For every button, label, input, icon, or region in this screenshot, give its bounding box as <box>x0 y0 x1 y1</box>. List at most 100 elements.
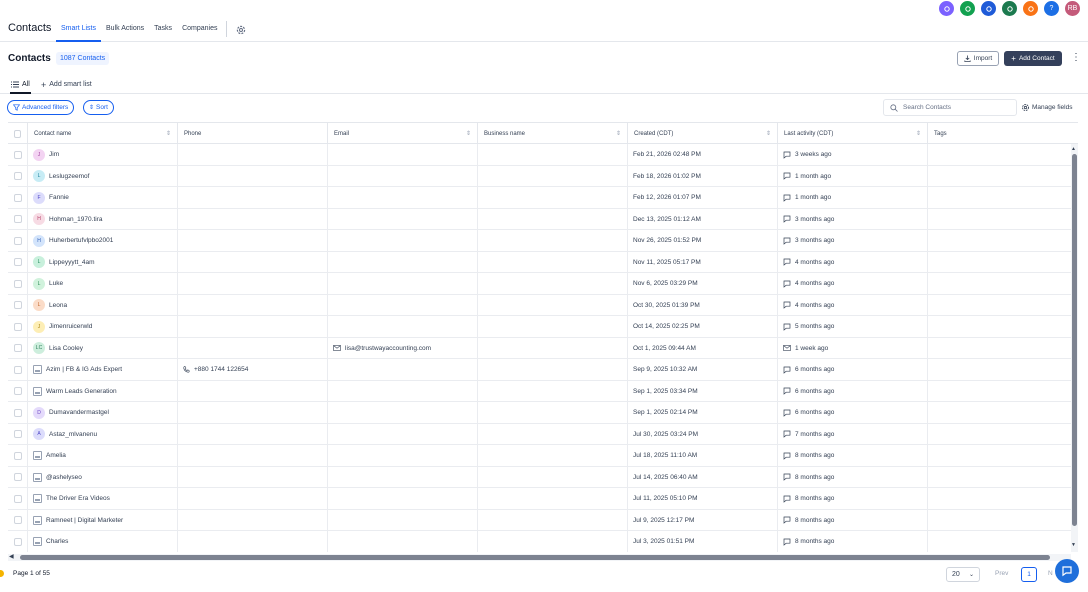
scroll-down-icon[interactable]: ▼ <box>1071 542 1076 548</box>
contact-name[interactable]: Fannie <box>49 194 69 201</box>
row-checkbox[interactable] <box>13 451 22 460</box>
contact-name[interactable]: Astaz_mlvanenu <box>49 431 97 438</box>
contact-name-cell[interactable]: Azim | FB & IG Ads Expert <box>28 359 178 381</box>
table-row[interactable]: Azim | FB & IG Ads Expert +880 1744 12265… <box>8 359 1078 381</box>
manage-fields-button[interactable]: Manage fields <box>1021 103 1072 112</box>
phone-icon[interactable] <box>960 1 975 16</box>
row-checkbox[interactable] <box>13 193 22 202</box>
col-tags[interactable]: Tags <box>928 123 1078 144</box>
table-row[interactable]: Amelia Jul 18, 2025 11:10 AM 8 months ago <box>8 445 1078 467</box>
search-input[interactable] <box>903 104 1003 111</box>
contact-name[interactable]: Dumavandermastgel <box>49 409 109 416</box>
contact-name-cell[interactable]: Warm Leads Generation <box>28 380 178 402</box>
table-row[interactable]: The Driver Era Videos Jul 11, 2025 05:10 … <box>8 488 1078 510</box>
help-icon[interactable]: ? <box>1044 1 1059 16</box>
row-checkbox[interactable] <box>13 365 22 374</box>
more-options-icon[interactable]: ⋮ <box>1071 52 1081 64</box>
advanced-filters-button[interactable]: Advanced filters <box>7 100 75 115</box>
row-checkbox[interactable] <box>13 301 22 310</box>
contact-name-cell[interactable]: The Driver Era Videos <box>28 488 178 510</box>
row-checkbox[interactable] <box>13 322 22 331</box>
row-checkbox[interactable] <box>13 258 22 267</box>
table-row[interactable]: L Luke Nov 6, 2025 03:29 PM 4 months ago <box>8 273 1078 295</box>
contact-name-cell[interactable]: L Luke <box>28 273 178 295</box>
scroll-up-icon[interactable]: ▲ <box>1071 146 1076 152</box>
row-checkbox[interactable] <box>13 473 22 482</box>
contact-name[interactable]: @ashelyseo <box>46 474 82 481</box>
table-row[interactable]: J Jim Feb 21, 2026 02:48 PM 3 weeks ago <box>8 144 1078 166</box>
contact-name-cell[interactable]: D Dumavandermastgel <box>28 402 178 424</box>
col-business-name[interactable]: Business name ⇕ <box>478 123 628 144</box>
link-icon[interactable] <box>981 1 996 16</box>
table-row[interactable]: J Jimenruicerwld Oct 14, 2025 02:25 PM 5 mo… <box>8 316 1078 338</box>
scroll-thumb[interactable] <box>20 555 1050 560</box>
contact-name-cell[interactable]: J Jimenruicerwld <box>28 316 178 338</box>
contact-name[interactable]: Luke <box>49 280 63 287</box>
contact-name[interactable]: Azim | FB & IG Ads Expert <box>46 366 122 373</box>
per-page-select[interactable]: 20 ⌄ <box>946 567 980 582</box>
contact-name[interactable]: Lippeyyytt_4am <box>49 259 95 266</box>
contact-name-cell[interactable]: L Lippeyyytt_4am <box>28 251 178 273</box>
table-row[interactable]: Ramneet | Digital Marketer Jul 9, 2025 12… <box>8 509 1078 531</box>
apps-icon[interactable] <box>939 1 954 16</box>
contact-name[interactable]: Hohman_1970.tira <box>49 216 102 223</box>
horizontal-scrollbar[interactable] <box>8 554 1071 561</box>
table-row[interactable]: L Lippeyyytt_4am Nov 11, 2025 05:17 PM 4 mo… <box>8 251 1078 273</box>
contact-name-cell[interactable]: Ramneet | Digital Marketer <box>28 509 178 531</box>
tab-bulk-actions[interactable]: Bulk Actions <box>101 16 149 42</box>
contact-name[interactable]: Jim <box>49 151 59 158</box>
row-checkbox[interactable] <box>13 279 22 288</box>
add-contact-button[interactable]: + Add Contact <box>1004 51 1062 66</box>
contact-name[interactable]: Jimenruicerwld <box>49 323 92 330</box>
tab-smart-lists[interactable]: Smart Lists <box>56 16 102 42</box>
contact-name[interactable]: Ramneet | Digital Marketer <box>46 517 123 524</box>
row-checkbox[interactable] <box>13 150 22 159</box>
tab-all[interactable]: All <box>10 76 31 94</box>
row-checkbox[interactable] <box>13 172 22 181</box>
table-row[interactable]: L Leona Oct 30, 2025 01:39 PM 4 months ago <box>8 294 1078 316</box>
row-checkbox[interactable] <box>13 236 22 245</box>
contact-name-cell[interactable]: F Fannie <box>28 187 178 209</box>
row-checkbox[interactable] <box>13 516 22 525</box>
row-checkbox[interactable] <box>13 408 22 417</box>
row-checkbox[interactable] <box>13 344 22 353</box>
contact-name[interactable]: The Driver Era Videos <box>46 495 110 502</box>
col-contact-name[interactable]: Contact name ⇕ <box>28 123 178 144</box>
sort-icon[interactable]: ⇕ <box>616 130 621 137</box>
chat-widget-button[interactable] <box>1055 559 1079 583</box>
row-checkbox[interactable] <box>13 494 22 503</box>
table-row[interactable]: F Fannie Feb 12, 2026 01:07 PM 1 month ago <box>8 187 1078 209</box>
sort-icon[interactable]: ⇕ <box>766 130 771 137</box>
col-last-activity[interactable]: Last activity (CDT) ⇕ <box>778 123 928 144</box>
bell-icon[interactable] <box>1023 1 1038 16</box>
table-row[interactable]: Charles Jul 3, 2025 01:51 PM 8 months ago <box>8 531 1078 552</box>
table-row[interactable]: A Astaz_mlvanenu Jul 30, 2025 03:24 PM 7 mo… <box>8 423 1078 445</box>
contact-name-cell[interactable]: Charles <box>28 531 178 552</box>
table-row[interactable]: L Leslugzeemof Feb 18, 2026 01:02 PM 1 mont… <box>8 165 1078 187</box>
vertical-scrollbar[interactable] <box>1071 144 1078 552</box>
scroll-left-icon[interactable]: ◀ <box>9 553 14 560</box>
contact-name-cell[interactable]: L Leona <box>28 294 178 316</box>
sort-icon[interactable]: ⇕ <box>466 130 471 137</box>
sort-icon[interactable]: ⇕ <box>916 130 921 137</box>
sort-icon[interactable]: ⇕ <box>166 130 171 137</box>
avatar[interactable]: RB <box>1065 1 1080 16</box>
row-checkbox[interactable] <box>13 387 22 396</box>
contact-name-cell[interactable]: H Hohman_1970.tira <box>28 208 178 230</box>
contact-name-cell[interactable]: @ashelyseo <box>28 466 178 488</box>
row-checkbox[interactable] <box>13 215 22 224</box>
table-row[interactable]: H Hohman_1970.tira Dec 13, 2025 01:12 AM 3 … <box>8 208 1078 230</box>
contact-name[interactable]: Leslugzeemof <box>49 173 89 180</box>
table-row[interactable]: @ashelyseo Jul 14, 2025 06:40 AM 8 months … <box>8 466 1078 488</box>
contact-name[interactable]: Huherbertufvlpbo2001 <box>49 237 113 244</box>
add-smart-list-button[interactable]: + Add smart list <box>41 76 92 93</box>
contact-name[interactable]: Leona <box>49 302 67 309</box>
tab-tasks[interactable]: Tasks <box>149 16 177 42</box>
contact-name[interactable]: Amelia <box>46 452 66 459</box>
megaphone-icon[interactable] <box>1002 1 1017 16</box>
contact-name-cell[interactable]: A Astaz_mlvanenu <box>28 423 178 445</box>
scroll-thumb[interactable] <box>1072 154 1077 526</box>
row-checkbox[interactable] <box>13 537 22 546</box>
select-all-checkbox[interactable] <box>14 129 21 138</box>
tab-companies[interactable]: Companies <box>177 16 222 42</box>
